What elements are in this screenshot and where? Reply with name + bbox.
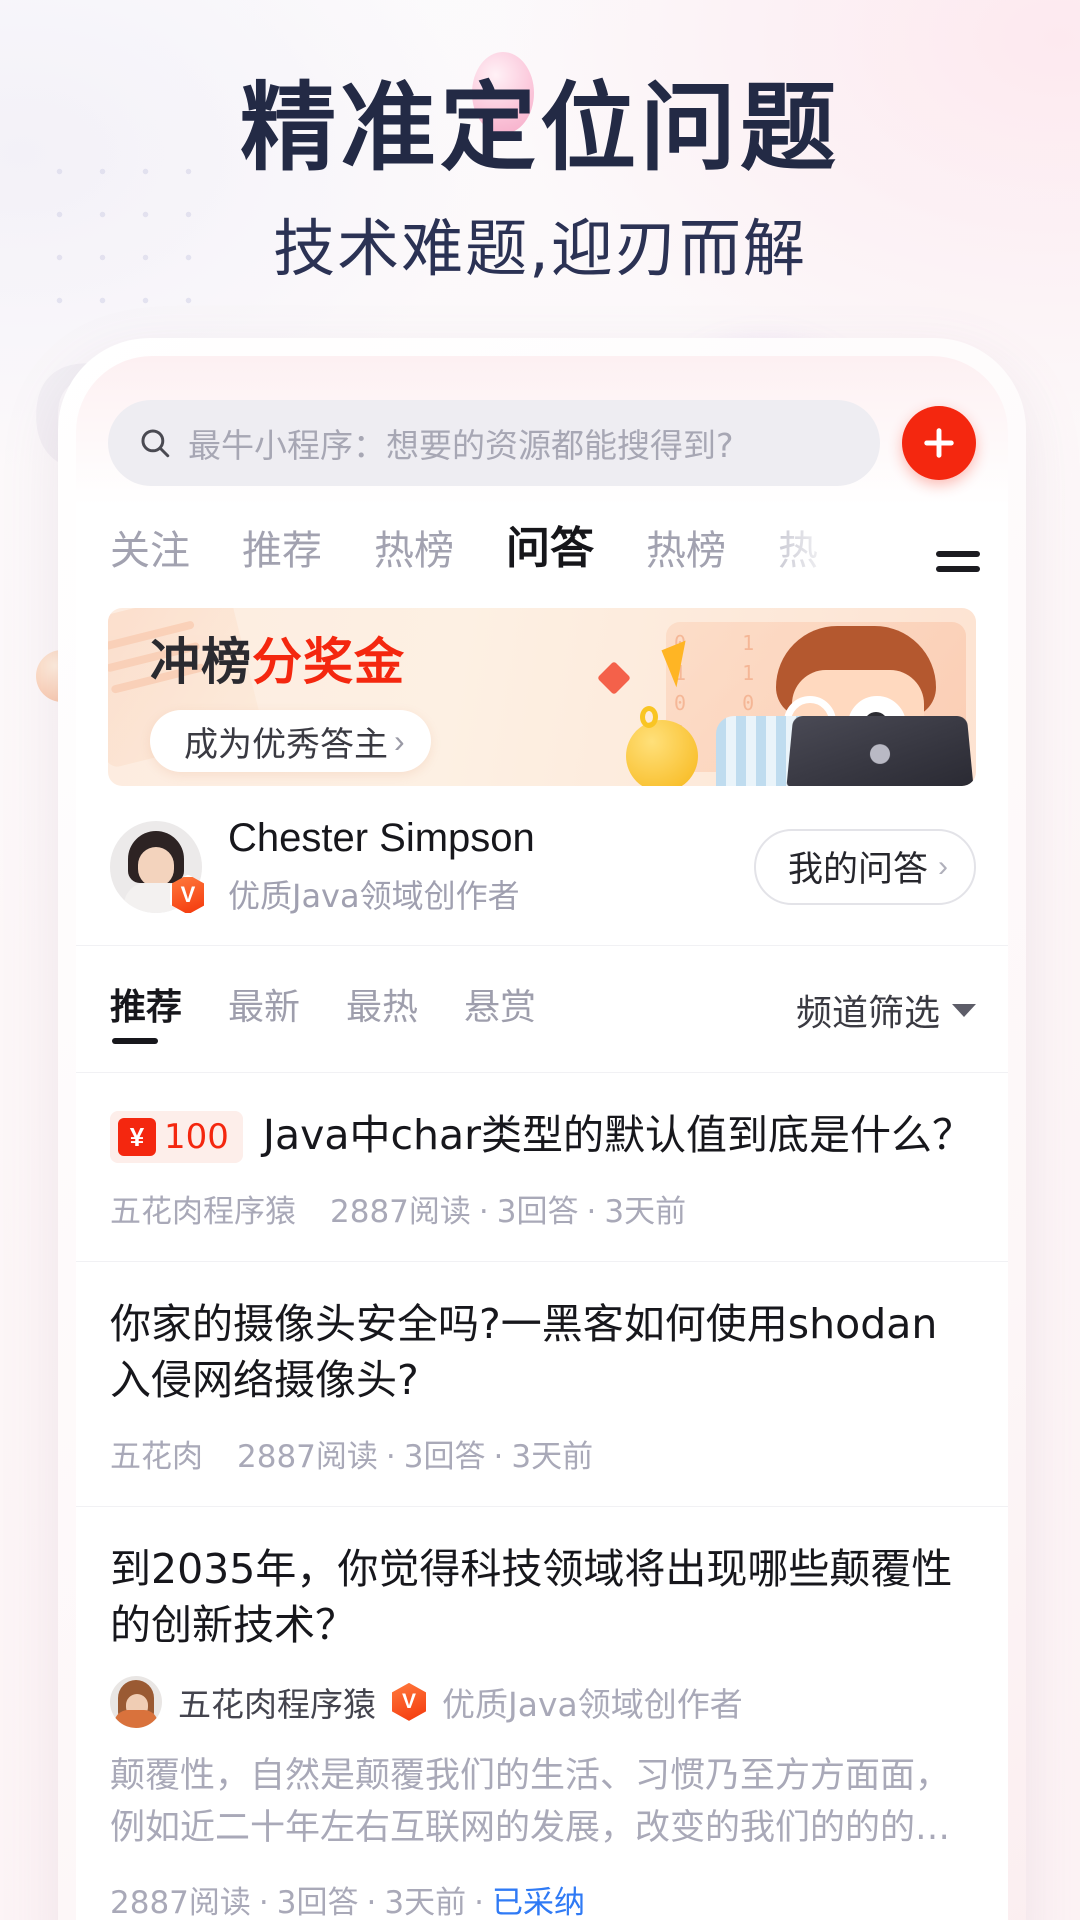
question-time: 3天前: [604, 1193, 687, 1230]
bounty-amount: 100: [164, 1117, 229, 1157]
subtab-xuanshang[interactable]: 悬赏: [464, 978, 536, 1042]
hamburger-menu-icon[interactable]: [926, 551, 1008, 582]
question-title[interactable]: Java中char类型的默认值到底是什么？: [263, 1107, 973, 1164]
search-placeholder-text: 最牛小程序：想要的资源都能搜得到?: [188, 426, 734, 465]
question-meta: 五花肉程序猿 2887阅读 · 3回答 · 3天前: [110, 1186, 976, 1231]
question-list-item[interactable]: ¥ 100 Java中char类型的默认值到底是什么？ 五花肉程序猿 2887阅读…: [76, 1073, 1008, 1262]
creator-subtitle: 优质Java领域创作者: [228, 877, 520, 915]
channel-filter-label: 频道筛选: [795, 993, 940, 1034]
question-reads: 2887阅读: [110, 1884, 251, 1920]
diamond-icon: [597, 661, 631, 695]
verified-badge-icon: V: [392, 1682, 426, 1721]
question-time: 3天前: [511, 1438, 594, 1475]
hero-heading-block: 精准定位问题 技术难题,迎刃而解: [0, 72, 1080, 288]
subtab-zuire[interactable]: 最热: [346, 978, 418, 1042]
coin-icon: [626, 720, 698, 786]
creator-info: Chester Simpson 优质Java领域创作者: [228, 816, 728, 917]
phone-screen-bezel: 最牛小程序：想要的资源都能搜得到? 关注 推荐 热榜 问答 热榜 热 冲榜分奖金…: [76, 356, 1008, 1920]
search-icon: [138, 426, 172, 460]
avatar[interactable]: V: [110, 820, 206, 915]
hero-headline: 精准定位问题: [0, 72, 1080, 184]
become-answerer-label: 成为优秀答主: [184, 724, 388, 765]
phone-mockup: 最牛小程序：想要的资源都能搜得到? 关注 推荐 热榜 问答 热榜 热 冲榜分奖金…: [58, 338, 1026, 1920]
meta-separator: ·: [474, 1884, 484, 1920]
question-time: 3天前: [384, 1884, 467, 1920]
question-answers: 3回答: [403, 1438, 486, 1475]
question-author-row[interactable]: 五花肉程序猿 V 优质Java领域创作者: [110, 1675, 976, 1728]
banner-title-part1: 冲榜: [150, 633, 252, 691]
laptop-icon: [786, 716, 974, 786]
hero-headline-main: 精准定位: [240, 72, 640, 184]
meta-separator: ·: [586, 1193, 597, 1230]
become-answerer-button[interactable]: 成为优秀答主 ›: [150, 710, 431, 772]
tab-rebang-2[interactable]: 热榜: [620, 518, 752, 582]
question-answers: 3回答: [496, 1193, 579, 1230]
tab-rebang-3-truncated[interactable]: 热: [752, 518, 844, 582]
creator-name: Chester Simpson: [228, 816, 535, 860]
create-post-button[interactable]: [902, 406, 976, 480]
hero-headline-accent: 问: [640, 72, 740, 184]
banner-illustration: 0 1 0 0 1 1 0 1 0 0 1 0 1 1 0 0 1 0: [597, 608, 976, 786]
my-qa-button[interactable]: 我的问答 ›: [753, 828, 976, 905]
tab-tuijian[interactable]: 推荐: [216, 518, 348, 582]
status-badge: 已采纳: [491, 1884, 585, 1920]
meta-separator: ·: [258, 1884, 269, 1920]
question-meta: 五花肉 2887阅读 · 3回答 · 3天前: [110, 1431, 976, 1476]
banner-title: 冲榜分奖金: [150, 622, 431, 694]
meta-separator: ·: [385, 1438, 396, 1475]
yuan-icon: ¥: [118, 1118, 156, 1156]
promo-page: CSDN 精准定位问题 技术难题,迎刃而解 最牛小程序: [0, 0, 1080, 1920]
search-input[interactable]: 最牛小程序：想要的资源都能搜得到?: [108, 400, 880, 486]
my-qa-label: 我的问答: [787, 850, 928, 890]
tab-wenda[interactable]: 问答: [480, 512, 620, 582]
small-coin-icon: [640, 706, 658, 728]
question-author: 五花肉程序猿: [178, 1684, 376, 1724]
question-title-row: ¥ 100 Java中char类型的默认值到底是什么？: [110, 1107, 976, 1164]
app-screen: 最牛小程序：想要的资源都能搜得到? 关注 推荐 热榜 问答 热榜 热 冲榜分奖金…: [76, 356, 1008, 1920]
hero-subheadline: 技术难题,迎刃而解: [273, 211, 807, 285]
hero-headline-tail: 题: [740, 72, 840, 184]
question-title[interactable]: 到2035年，你觉得科技领域将出现哪些颠覆性的创新技术？: [110, 1541, 976, 1654]
question-author: 五花肉: [110, 1438, 203, 1475]
question-excerpt: 颠覆性，自然是颠覆我们的生活、习惯乃至方方面面，例如近二十年左右互联网的发展，改…: [110, 1755, 951, 1849]
avatar[interactable]: [110, 1675, 162, 1728]
plus-icon: [924, 428, 954, 458]
meta-separator: ·: [493, 1438, 504, 1475]
question-author: 五花肉程序猿: [110, 1193, 296, 1230]
banner-title-part2: 分奖金: [252, 633, 405, 691]
question-meta: 2887阅读 · 3回答 · 3天前 · 已采纳: [110, 1877, 976, 1920]
meta-separator: ·: [478, 1193, 489, 1230]
chevron-right-icon: ›: [938, 849, 948, 883]
subtab-tuijian[interactable]: 推荐: [110, 978, 182, 1044]
question-list-item[interactable]: 到2035年，你觉得科技领域将出现哪些颠覆性的创新技术？ 五花肉程序猿 V 优质…: [76, 1507, 1008, 1920]
promo-banner[interactable]: 冲榜分奖金 成为优秀答主 › 0 1 0 0 1 1 0 1 0 0 1 0 1…: [108, 608, 976, 786]
question-reads: 2887阅读: [237, 1438, 378, 1475]
tab-guanzhu[interactable]: 关注: [110, 518, 216, 582]
top-tab-bar: 关注 推荐 热榜 问答 热榜 热: [76, 486, 1008, 582]
meta-separator: ·: [366, 1884, 377, 1920]
question-answers: 3回答: [276, 1884, 359, 1920]
subtab-zuixin[interactable]: 最新: [228, 978, 300, 1042]
caret-down-icon: [952, 1003, 976, 1017]
question-list-item[interactable]: 你家的摄像头安全吗?一黑客如何使用shodan入侵网络摄像头? 五花肉 2887阅…: [76, 1262, 1008, 1507]
question-reads: 2887阅读: [330, 1193, 471, 1230]
question-author-tag: 优质Java领域创作者: [442, 1684, 743, 1724]
sub-tab-bar: 推荐 最新 最热 悬赏 频道筛选: [76, 946, 1008, 1073]
chevron-right-icon: ›: [394, 722, 405, 759]
banner-text-block: 冲榜分奖金 成为优秀答主 ›: [108, 622, 431, 772]
bounty-badge: ¥ 100: [110, 1111, 243, 1163]
tab-rebang-1[interactable]: 热榜: [348, 518, 480, 582]
question-title[interactable]: 你家的摄像头安全吗?一黑客如何使用shodan入侵网络摄像头?: [110, 1296, 976, 1409]
channel-filter-button[interactable]: 频道筛选: [796, 984, 976, 1036]
creator-profile-row[interactable]: V Chester Simpson 优质Java领域创作者 我的问答 ›: [76, 786, 1008, 946]
search-bar-row: 最牛小程序：想要的资源都能搜得到?: [76, 382, 1008, 486]
